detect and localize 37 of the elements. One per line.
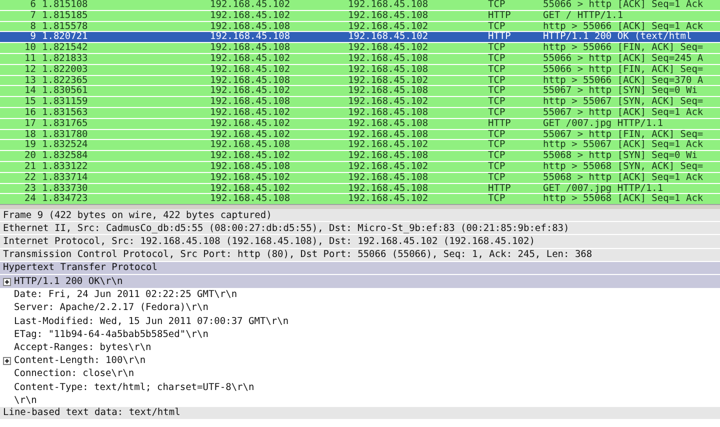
- detail-row[interactable]: ETag: "11b94-64-4a5bab5b585ed"\r\n: [0, 328, 720, 341]
- detail-row[interactable]: Frame 9 (422 bytes on wire, 422 bytes captured): [0, 209, 720, 222]
- packet-row[interactable]: 7 1.815185 192.168.45.102 192.168.45.108 HTTP GET / HTTP/1.1: [0, 10, 720, 21]
- packet-row[interactable]: 19 1.832524 192.168.45.108 192.168.45.102 TCP http > 55067 [ACK] Seq=1 Ack: [0, 140, 720, 150]
- detail-row[interactable]: Date: Fri, 24 Jun 2011 02:22:25 GMT\r\n: [0, 288, 720, 302]
- detail-row[interactable]: Accept-Ranges: bytes\r\n: [0, 340, 720, 354]
- expand-icon[interactable]: [3, 278, 11, 286]
- detail-row[interactable]: Last-Modified: Wed, 15 Jun 2011 07:00:37 GMT\r\n: [0, 314, 720, 328]
- detail-row[interactable]: Server: Apache/2.2.17 (Fedora)\r\n: [0, 301, 720, 314]
- packet-row[interactable]: 17 1.831765 192.168.45.102 192.168.45.108 HTTP GET /007.jpg HTTP/1.1: [0, 118, 720, 129]
- packet-row[interactable]: 14 1.830561 192.168.45.102 192.168.45.108 TCP 55067 > http [SYN] Seq=0 Wi: [0, 86, 720, 96]
- detail-row[interactable]: Internet Protocol, Src: 192.168.45.108 (192.168.45.108), Dst: 192.168.45.102 (192.168.45.102): [0, 235, 720, 249]
- expand-icon[interactable]: [3, 356, 11, 365]
- packet-row[interactable]: 22 1.833714 192.168.45.102 192.168.45.108 TCP 55068 > http [ACK] Seq=1 Ack: [0, 172, 720, 183]
- packet-row[interactable]: 9 1.820721 192.168.45.108 192.168.45.102 HTTP HTTP/1.1 200 OK (text/html: [0, 32, 720, 42]
- packet-row[interactable]: 20 1.832584 192.168.45.102 192.168.45.108 TCP 55068 > http [SYN] Seq=0 Wi: [0, 151, 720, 161]
- packet-row[interactable]: 8 1.815578 192.168.45.108 192.168.45.102 TCP http > 55066 [ACK] Seq=1 Ack: [0, 22, 720, 32]
- packet-row[interactable]: 16 1.831563 192.168.45.102 192.168.45.108 TCP 55067 > http [ACK] Seq=1 Ack: [0, 108, 720, 118]
- detail-row[interactable]: Ethernet II, Src: CadmusCo_db:d5:55 (08:00:27:db:d5:55), Dst: Micro-St_9b:ef:83 (00:21:85:9b:ef:83): [0, 222, 720, 236]
- packet-row[interactable]: 24 1.834723 192.168.45.108 192.168.45.102 TCP http > 55068 [ACK] Seq=1 Ack: [0, 194, 720, 204]
- packet-row[interactable]: 13 1.822365 192.168.45.108 192.168.45.102 TCP http > 55066 [ACK] Seq=370 A: [0, 76, 720, 86]
- detail-row[interactable]: Hypertext Transfer Protocol: [0, 262, 720, 275]
- detail-row[interactable]: \r\n: [0, 394, 720, 407]
- packet-row[interactable]: 6 1.815108 192.168.45.102 192.168.45.108 TCP 55066 > http [ACK] Seq=1 Ack: [0, 0, 720, 10]
- packet-row[interactable]: 11 1.821833 192.168.45.102 192.168.45.108 TCP 55066 > http [ACK] Seq=245 A: [0, 54, 720, 64]
- packet-row[interactable]: 12 1.822003 192.168.45.102 192.168.45.108 TCP 55066 > http [FIN, ACK] Seq=: [0, 64, 720, 75]
- detail-row[interactable]: HTTP/1.1 200 OK\r\n: [0, 274, 720, 288]
- packet-row[interactable]: 21 1.833122 192.168.45.108 192.168.45.102 TCP http > 55068 [SYN, ACK] Seq=: [0, 162, 720, 172]
- detail-row[interactable]: Content-Type: text/html; charset=UTF-8\r\n: [0, 380, 720, 394]
- packet-row[interactable]: 15 1.831159 192.168.45.108 192.168.45.102 TCP http > 55067 [SYN, ACK] Seq=: [0, 97, 720, 107]
- detail-row[interactable]: Connection: close\r\n: [0, 367, 720, 380]
- packet-row[interactable]: 23 1.833730 192.168.45.102 192.168.45.108 HTTP GET /007.jpg HTTP/1.1: [0, 184, 720, 194]
- packet-row[interactable]: 18 1.831780 192.168.45.102 192.168.45.108 TCP 55067 > http [FIN, ACK] Seq=: [0, 130, 720, 140]
- detail-row[interactable]: Content-Length: 100\r\n: [0, 354, 720, 368]
- packet-row[interactable]: 10 1.821542 192.168.45.108 192.168.45.102 TCP http > 55066 [FIN, ACK] Seq=: [0, 43, 720, 53]
- detail-row[interactable]: Transmission Control Protocol, Src Port: http (80), Dst Port: 55066 (55066), Seq: 1, Ack: 245, Len: 368: [0, 248, 720, 262]
- detail-row[interactable]: Line-based text data: text/html: [0, 406, 720, 420]
